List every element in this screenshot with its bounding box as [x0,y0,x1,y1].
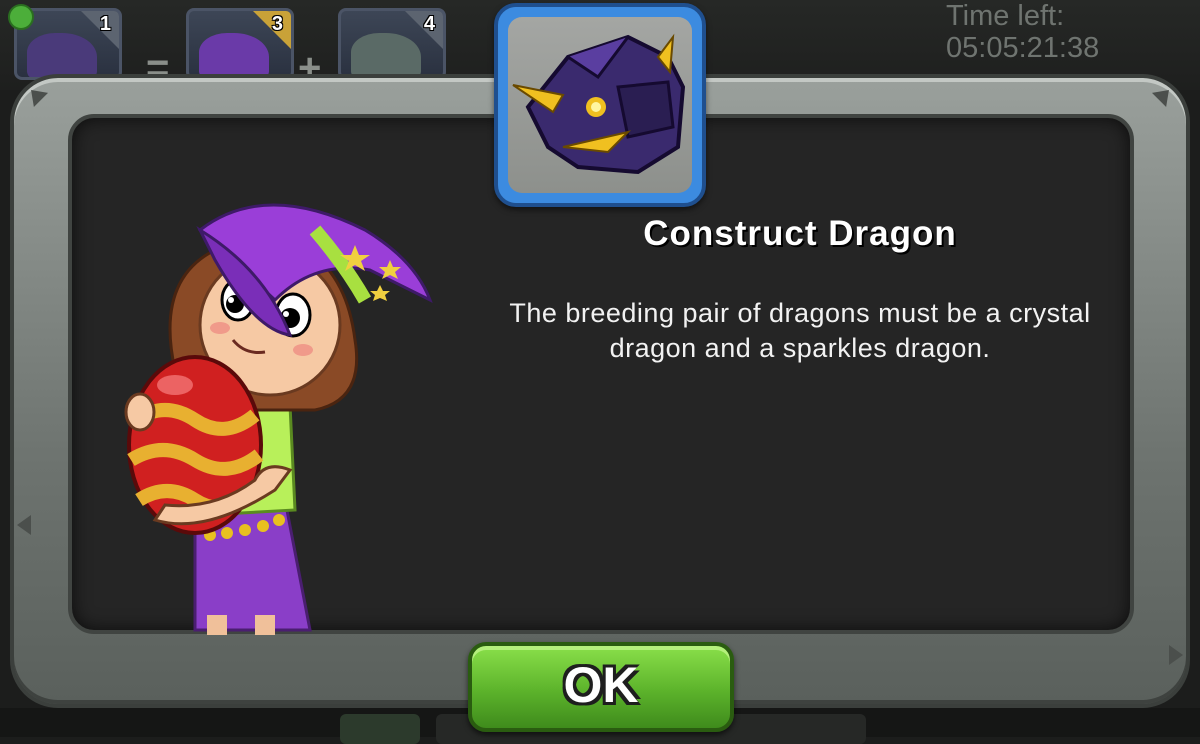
dragon-card-inner [508,17,692,193]
frame-rivet [1151,82,1177,108]
slot-number: 1 [99,13,111,35]
slot-number: 4 [423,13,435,35]
bottom-button[interactable] [340,714,420,744]
slot-number: 3 [271,13,283,35]
construct-dragon-icon [512,33,686,175]
hourglass-icon [8,4,34,30]
frame-rivet [23,82,49,108]
ok-button[interactable]: OK [468,642,734,732]
frame-rivet [1169,645,1183,665]
timer: Time left: 05:05:21:38 [946,0,1099,64]
frame-rivet [17,515,31,535]
timer-value: 05:05:21:38 [946,32,1100,64]
dragon-card [494,3,706,207]
breeding-slot-4[interactable]: 4 [338,8,446,80]
dialog-title: Construct Dragon [643,214,957,253]
dialog-description: The breeding pair of dragons must be a c… [509,298,1091,363]
witch-character-image [124,203,433,635]
timer-label: Time left: [946,0,1065,32]
ok-button-label: OK [563,657,639,713]
breeding-slot-3[interactable]: 3 [186,8,294,80]
